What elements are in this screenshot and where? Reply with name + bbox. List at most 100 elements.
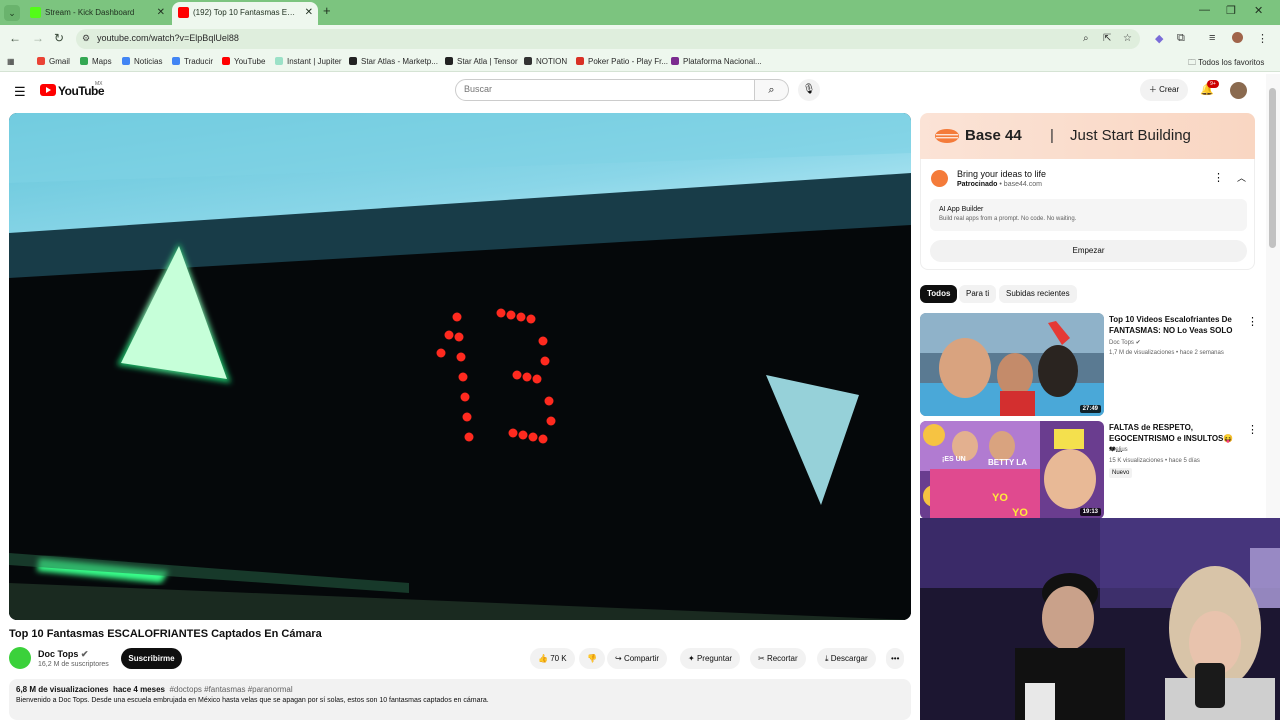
close-tab-icon[interactable]: ✕ — [305, 2, 313, 23]
new-badge: Nuevo — [1109, 468, 1133, 478]
bookmark-youtube[interactable]: YouTube — [222, 57, 265, 66]
recommendation-title[interactable]: FALTAS de RESPETO, EGOCENTRISMO e INSULT… — [1109, 422, 1244, 455]
close-tab-icon[interactable]: ✕ — [157, 2, 165, 23]
youtube-logo-icon[interactable] — [40, 84, 56, 96]
forward-icon[interactable]: → — [32, 31, 44, 45]
tab-title: Stream - Kick Dashboard — [45, 8, 135, 17]
bookmark-jupiter[interactable]: Instant | Jupiter — [275, 57, 342, 66]
bookmark-notion[interactable]: NOTION — [524, 57, 567, 66]
filter-chip-todos[interactable]: Todos — [920, 285, 958, 303]
video-frame — [9, 113, 911, 620]
extension-icon[interactable]: ◆ — [1155, 32, 1163, 45]
browser-menu-icon[interactable]: ⋮ — [1257, 32, 1268, 45]
led-dot — [546, 416, 556, 426]
bookmark-noticias[interactable]: Noticias — [122, 57, 162, 66]
scrollbar-thumb[interactable] — [1269, 88, 1276, 248]
recommendation-title[interactable]: Top 10 Videos Escalofriantes De FANTASMA… — [1109, 314, 1244, 336]
led-dot — [526, 314, 536, 324]
extensions-puzzle-icon[interactable]: ⧉ — [1177, 32, 1185, 45]
tab-search-icon[interactable]: ⌄ — [4, 5, 20, 21]
more-vertical-icon[interactable]: ⋮ — [1213, 171, 1224, 184]
description-meta: 6,8 M de visualizaciones hace 4 meses #d… — [16, 685, 293, 694]
like-button[interactable]: 👍 70 K — [530, 648, 575, 669]
channel-avatar[interactable] — [9, 647, 31, 669]
ad-card: Bring your ideas to life Patrocinado • b… — [920, 159, 1255, 270]
recommendation-thumbnail[interactable]: 27:49 — [920, 313, 1104, 416]
bookmark-traducir[interactable]: Traducir — [172, 57, 213, 66]
plus-icon[interactable]: + — [323, 3, 331, 18]
bookmark-label: Maps — [92, 57, 112, 66]
bookmark-gmail[interactable]: Gmail — [37, 57, 70, 66]
all-bookmarks-folder[interactable]: 🗀 Todos los favoritos — [1188, 57, 1264, 71]
region-code: MX — [95, 81, 103, 87]
led-dot — [508, 428, 518, 438]
bookmark-maps[interactable]: Maps — [80, 57, 112, 66]
search-box[interactable] — [455, 79, 755, 101]
site-info-icon[interactable]: ⚙ — [82, 33, 90, 44]
close-window-icon[interactable]: ✕ — [1254, 4, 1263, 17]
recommendation-channel[interactable]: Joelius — [1109, 447, 1128, 453]
share-button[interactable]: ↪ Compartir — [607, 648, 668, 669]
bookmark-star-atlas-market[interactable]: Star Atlas - Marketp... — [349, 57, 438, 66]
hamburger-menu-icon[interactable]: ☰ — [14, 84, 26, 100]
gmail-icon — [37, 57, 45, 65]
ad-sub-card[interactable]: AI App Builder Build real apps from a pr… — [930, 199, 1247, 231]
more-vertical-icon[interactable]: ⋮ — [1247, 423, 1258, 436]
ad-headline[interactable]: Bring your ideas to life — [957, 169, 1046, 179]
recommendation-channel[interactable]: Doc Tops ✔ — [1109, 339, 1141, 346]
apps-grid-icon[interactable]: ▦ — [7, 57, 15, 66]
bookmark-poker-patio[interactable]: Poker Patio - Play Fr... — [576, 57, 668, 66]
download-label: Descargar — [830, 654, 868, 663]
view-count: 6,8 M de visualizaciones — [16, 685, 109, 694]
bookmark-star-icon[interactable]: ☆ — [1123, 33, 1132, 44]
notion-icon — [524, 57, 532, 65]
scissors-icon: ✂ — [758, 654, 767, 663]
back-icon[interactable]: ← — [9, 31, 21, 45]
restore-icon[interactable]: ❐ — [1226, 4, 1236, 17]
create-button[interactable]: ＋ Crear — [1140, 79, 1188, 101]
dislike-button[interactable]: 👎 — [579, 648, 605, 669]
media-control-icon[interactable]: ≡ — [1209, 32, 1215, 44]
video-duration: 27:49 — [1079, 405, 1101, 413]
sparkle-icon: ✦ — [688, 654, 697, 663]
ask-button[interactable]: ✦ Preguntar — [680, 648, 741, 669]
led-dot — [458, 372, 468, 382]
bookmark-star-atla-tensor[interactable]: Star Atla | Tensor — [445, 57, 518, 66]
search-icon: ⌕ — [768, 84, 775, 96]
ad-banner[interactable]: Base 44 | Just Start Building — [920, 113, 1255, 159]
hashtags[interactable]: #doctops #fantasmas #paranormal — [169, 685, 292, 694]
led-dot — [496, 308, 506, 318]
account-avatar[interactable] — [1230, 82, 1247, 99]
reload-icon[interactable]: ↻ — [54, 31, 64, 45]
zoom-icon[interactable]: ⌕ — [1083, 33, 1089, 44]
bookmark-plataforma[interactable]: Plataforma Nacional... — [671, 57, 762, 66]
led-dot — [454, 332, 464, 342]
omnibox[interactable]: ⚙ youtube.com/watch?v=ElpBqlUel88 ⌕ ⇱ ☆ — [76, 29, 1140, 49]
voice-search-button[interactable]: 🎙 — [798, 79, 820, 101]
filter-chip-para-ti[interactable]: Para ti — [959, 285, 997, 303]
subscribe-button[interactable]: Suscribirme — [121, 648, 182, 669]
search-button[interactable]: ⌕ — [755, 79, 789, 101]
minimize-icon[interactable]: — — [1199, 4, 1210, 16]
description-box[interactable]: 6,8 M de visualizaciones hace 4 meses #d… — [9, 679, 911, 720]
led-dot — [528, 432, 538, 442]
more-vertical-icon[interactable]: ⋮ — [1247, 315, 1258, 328]
video-player[interactable] — [9, 113, 911, 620]
chevron-up-icon[interactable]: ︿ — [1237, 171, 1246, 184]
channel-name[interactable]: Doc Tops ✔ — [38, 649, 88, 660]
browser-tab-kick[interactable]: Stream - Kick Dashboard ✕ — [24, 2, 170, 25]
more-actions-button[interactable]: ••• — [886, 648, 905, 669]
cast-icon[interactable]: ⇱ — [1103, 33, 1111, 44]
download-button[interactable]: ⤓ Descargar — [817, 648, 876, 669]
browser-tab-youtube[interactable]: (192) Top 10 Fantasmas ESCALOFRIANTES ✕ — [172, 2, 318, 25]
search-input[interactable] — [464, 84, 744, 94]
recommendation-thumbnail[interactable]: ¡ES UN BETTY LA YO YO 19:13 — [920, 421, 1104, 519]
thumbnail-caption-1: ¡ES UN — [942, 456, 966, 463]
address-toolbar: ← → ↻ ⚙ youtube.com/watch?v=ElpBqlUel88 … — [0, 25, 1280, 52]
ad-cta-button[interactable]: Empezar — [930, 240, 1247, 262]
advertiser-logo-icon[interactable] — [931, 170, 948, 187]
clip-button[interactable]: ✂ Recortar — [750, 648, 806, 669]
url-text[interactable]: youtube.com/watch?v=ElpBqlUel88 — [97, 33, 239, 43]
profile-avatar-icon[interactable] — [1232, 32, 1243, 43]
filter-chip-subidas-recientes[interactable]: Subidas recientes — [999, 285, 1077, 303]
